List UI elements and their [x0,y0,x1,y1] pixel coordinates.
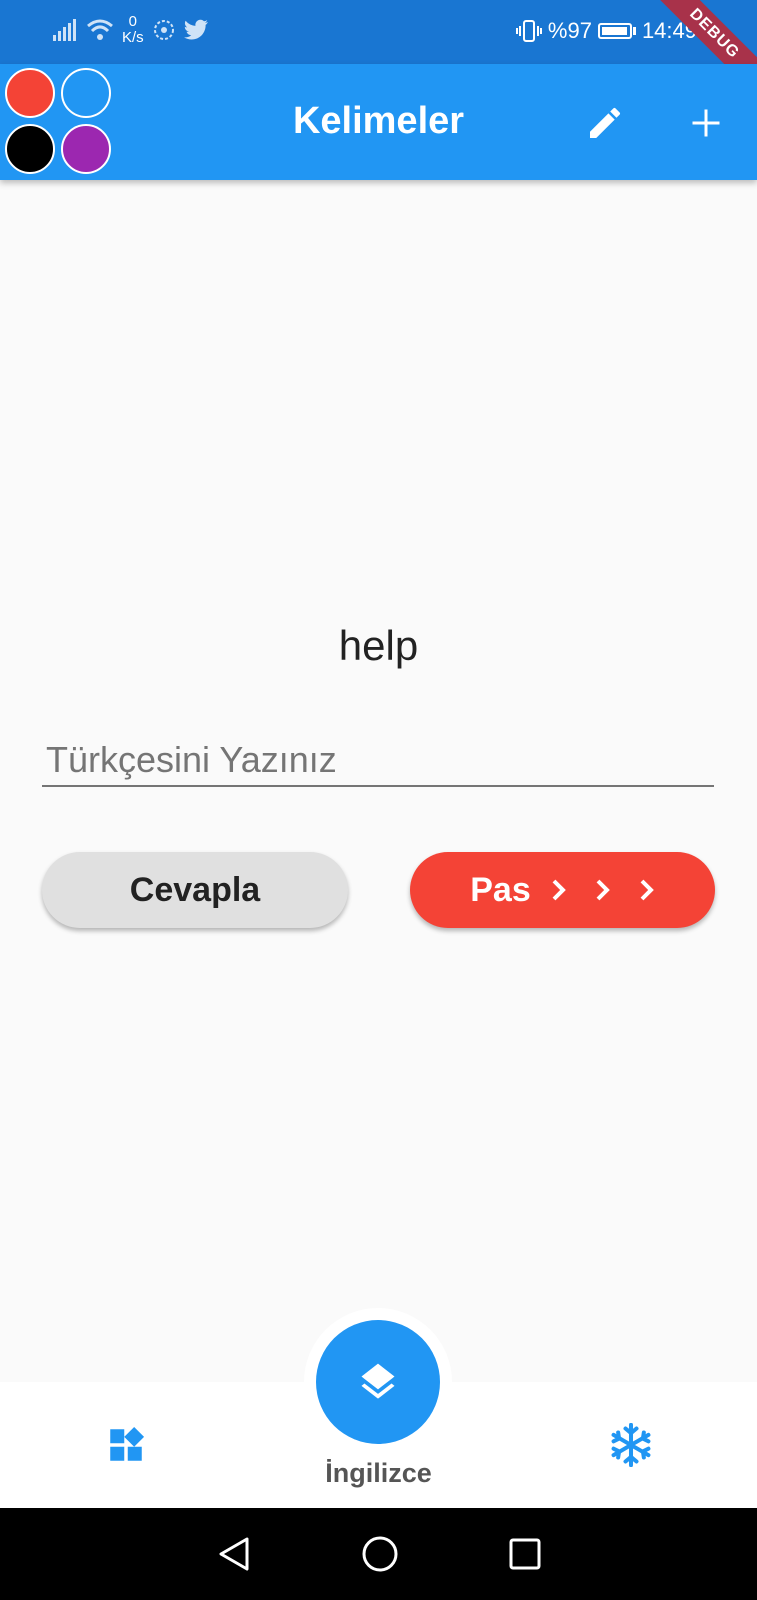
answer-button-label: Cevapla [129,870,261,909]
system-navigation-bar [0,1508,757,1600]
edit-button[interactable] [582,100,628,146]
wifi-icon [87,19,113,40]
recents-icon[interactable] [509,1538,541,1570]
battery-fill [601,27,628,35]
twitter-icon [183,19,208,40]
chevron-right-icon [552,879,566,901]
chevron-right-icon [596,879,610,901]
status-bar-left: 0 K/s [52,14,210,46]
network-speed-value: 0 [128,13,138,30]
question-word: help [338,622,419,669]
network-speed-unit: K/s [122,29,144,46]
snowflake-icon [611,1423,651,1467]
plus-icon [692,109,720,137]
pass-button-label: Pas [470,870,531,909]
battery-cap [632,27,636,35]
signal-icon [53,19,76,41]
language-fab[interactable] [316,1320,440,1444]
status-bar-right: %97 14:49 [515,18,697,44]
answer-input[interactable] [42,735,714,787]
battery-percentage: %97 [547,18,592,43]
chevron-right-icon [640,879,654,901]
add-button[interactable] [683,100,729,146]
battery-icon [597,23,632,39]
chevrons [551,878,655,902]
status-bar: 0 K/s %97 14:49 DEBUG [0,0,757,105]
network-speed: 0 K/s [122,14,144,46]
vibrate-icon [515,20,542,42]
app-title: Kelimeler [292,100,465,142]
nav-widgets-button[interactable] [103,1422,149,1468]
answer-button[interactable]: Cevapla [42,852,348,928]
home-icon[interactable] [361,1535,399,1573]
app-bar: Kelimeler [0,64,757,180]
back-icon[interactable] [217,1536,251,1572]
sync-icon [153,20,174,40]
layers-icon [361,1363,395,1399]
pass-button[interactable]: Pas [410,852,715,928]
widgets-icon [110,1426,145,1461]
nav-snowflake-button[interactable] [608,1422,654,1468]
pencil-icon [590,107,621,138]
